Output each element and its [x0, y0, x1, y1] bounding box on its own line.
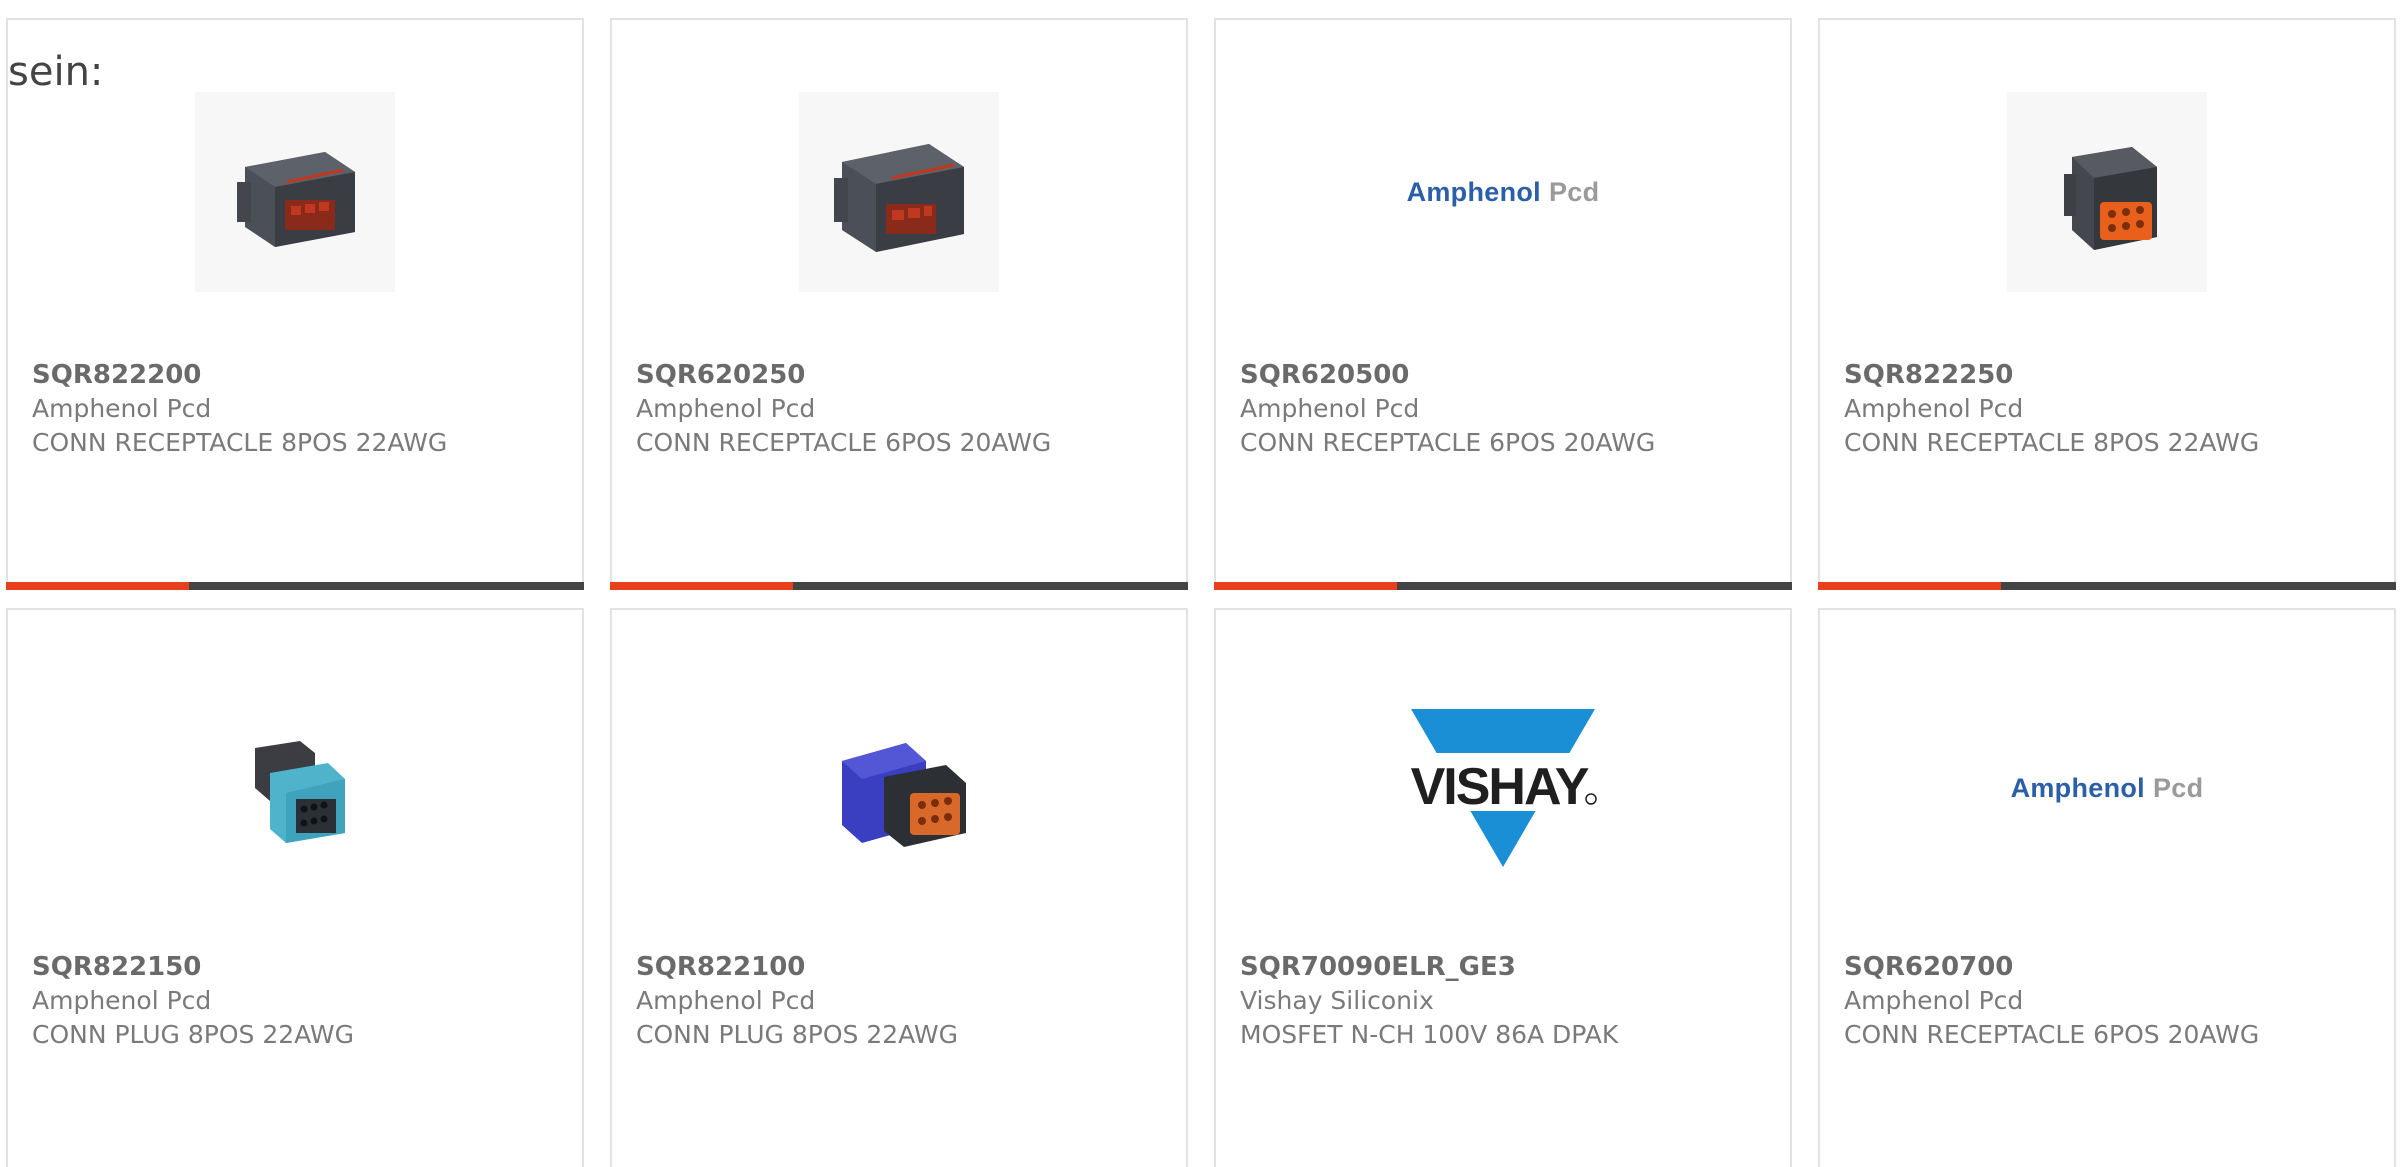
connector-receptacle-icon: [2064, 147, 2157, 250]
part-number[interactable]: SQR620700: [1844, 950, 2374, 984]
part-number[interactable]: SQR620500: [1240, 358, 1770, 392]
product-card[interactable]: SQR822150 Amphenol Pcd CONN PLUG 8POS 22…: [6, 608, 584, 1167]
part-number[interactable]: SQR620250: [636, 358, 1166, 392]
connector-plug-icon: [255, 741, 345, 843]
product-card[interactable]: SQR822200 Amphenol Pcd CONN RECEPTACLE 8…: [6, 18, 584, 590]
description: CONN PLUG 8POS 22AWG: [636, 1020, 958, 1049]
description: CONN RECEPTACLE 6POS 20AWG: [1240, 428, 1656, 457]
part-number[interactable]: SQR70090ELR_GE3: [1240, 950, 1770, 984]
product-image[interactable]: [195, 92, 395, 292]
product-grid: SQR822200 Amphenol Pcd CONN RECEPTACLE 8…: [0, 0, 2400, 1167]
product-card[interactable]: VISHAY SQR70090ELR_GE3 Vishay Siliconix …: [1214, 608, 1792, 1167]
product-image[interactable]: Amphenol Pcd: [2007, 688, 2207, 888]
product-card[interactable]: Amphenol Pcd SQR620500 Amphenol Pcd CONN …: [1214, 18, 1792, 590]
product-card[interactable]: SQR822100 Amphenol Pcd CONN PLUG 8POS 22…: [610, 608, 1188, 1167]
part-number[interactable]: SQR822250: [1844, 358, 2374, 392]
card-accent-bar: [1818, 582, 2396, 590]
vishay-logo: VISHAY: [1403, 709, 1603, 867]
amphenol-pcd-logo: Amphenol Pcd: [2010, 772, 2204, 803]
product-card[interactable]: SQR620250 Amphenol Pcd CONN RECEPTACLE 6…: [610, 18, 1188, 590]
description: CONN PLUG 8POS 22AWG: [32, 1020, 354, 1049]
description: CONN RECEPTACLE 6POS 20AWG: [1844, 1020, 2260, 1049]
connector-receptacle-icon: [237, 152, 355, 247]
product-image[interactable]: [2007, 92, 2207, 292]
description: MOSFET N-CH 100V 86A DPAK: [1240, 1020, 1619, 1049]
manufacturer: Amphenol Pcd: [636, 986, 816, 1015]
product-image[interactable]: [799, 92, 999, 292]
svg-text:VISHAY: VISHAY: [1411, 758, 1589, 816]
product-image[interactable]: [195, 688, 395, 888]
description: CONN RECEPTACLE 6POS 20AWG: [636, 428, 1052, 457]
manufacturer: Amphenol Pcd: [32, 394, 212, 423]
manufacturer: Vishay Siliconix: [1240, 986, 1434, 1015]
description: CONN RECEPTACLE 8POS 22AWG: [1844, 428, 2260, 457]
part-number[interactable]: SQR822200: [32, 358, 562, 392]
product-card[interactable]: Amphenol Pcd SQR620700 Amphenol Pcd CONN …: [1818, 608, 2396, 1167]
intro-text: sein:: [8, 49, 104, 95]
manufacturer: Amphenol Pcd: [1240, 394, 1420, 423]
product-image[interactable]: [799, 688, 999, 888]
manufacturer: Amphenol Pcd: [32, 986, 212, 1015]
product-image[interactable]: Amphenol Pcd: [1403, 92, 1603, 292]
part-number[interactable]: SQR822100: [636, 950, 1166, 984]
card-accent-bar: [610, 582, 1188, 590]
product-card[interactable]: SQR822250 Amphenol Pcd CONN RECEPTACLE 8…: [1818, 18, 2396, 590]
product-image[interactable]: VISHAY: [1403, 688, 1603, 888]
description: CONN RECEPTACLE 8POS 22AWG: [32, 428, 448, 457]
part-number[interactable]: SQR822150: [32, 950, 562, 984]
manufacturer: Amphenol Pcd: [636, 394, 816, 423]
connector-plug-icon: [842, 743, 966, 847]
card-accent-bar: [6, 582, 584, 590]
card-accent-bar: [1214, 582, 1792, 590]
connector-receptacle-icon: [834, 144, 964, 252]
manufacturer: Amphenol Pcd: [1844, 394, 2024, 423]
amphenol-pcd-logo: Amphenol Pcd: [1406, 176, 1600, 207]
manufacturer: Amphenol Pcd: [1844, 986, 2024, 1015]
